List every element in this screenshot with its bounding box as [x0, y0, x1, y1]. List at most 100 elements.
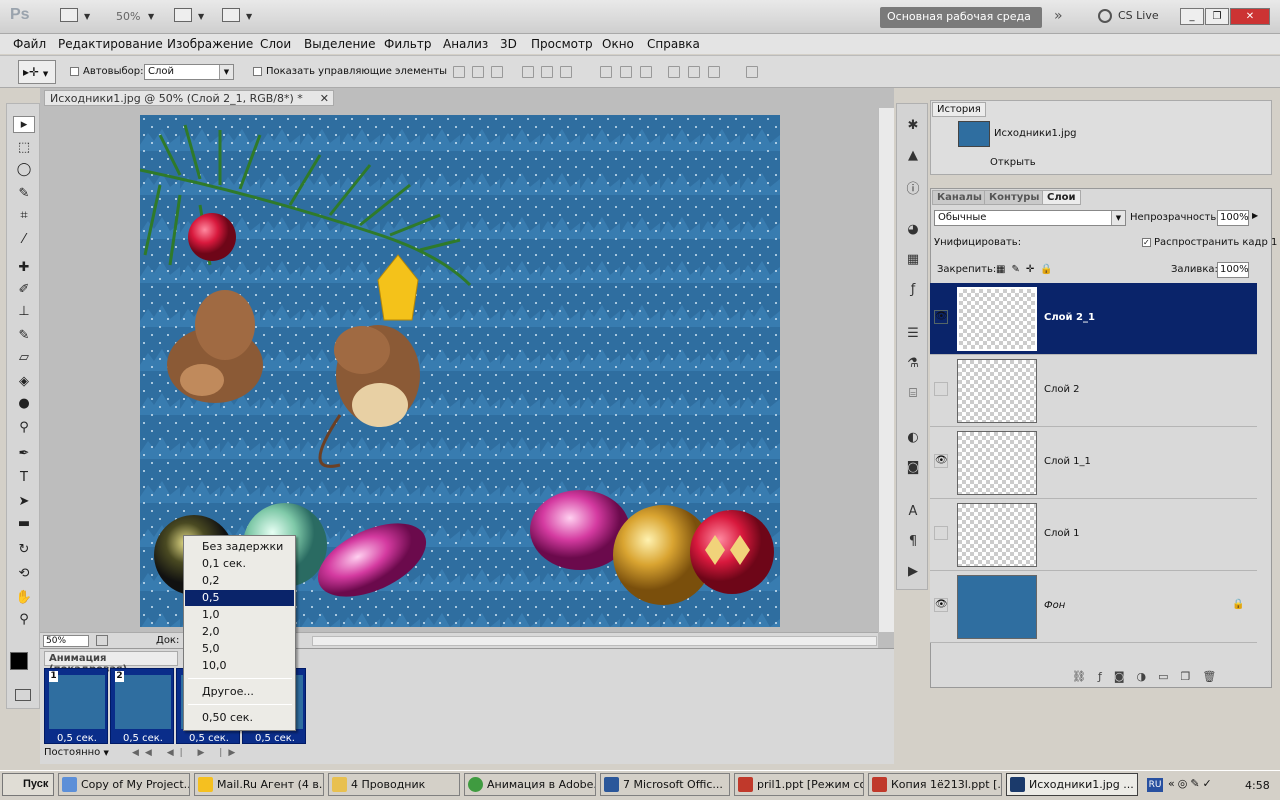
menu-window[interactable]: Окно	[602, 37, 634, 51]
workspace-button[interactable]: Основная рабочая среда	[880, 7, 1042, 28]
double-chevron-icon[interactable]: »	[1054, 8, 1063, 24]
auto-align-icon[interactable]	[746, 66, 758, 78]
3d-rotate-tool-icon[interactable]: ↻	[13, 542, 35, 557]
delay-option[interactable]: 5,0	[185, 641, 294, 657]
animation-panel-tab[interactable]: Анимация (покадровая)	[44, 651, 178, 675]
fill-field[interactable]: 100%	[1217, 262, 1249, 278]
frame-delay[interactable]: 0,5 сек.	[45, 733, 109, 744]
eraser-tool-icon[interactable]: ▱	[13, 350, 35, 365]
move-tool-icon[interactable]: ▸	[13, 116, 35, 133]
delay-option[interactable]: 1,0	[185, 607, 294, 623]
taskbar-item-active[interactable]: Исходники1.jpg ...	[1006, 773, 1138, 796]
zoom-level[interactable]: 50%	[116, 10, 140, 23]
layer-name[interactable]: Слой 1_1	[1044, 456, 1091, 467]
menu-analysis[interactable]: Анализ	[443, 37, 488, 51]
healing-brush-tool-icon[interactable]: ✚	[13, 260, 35, 275]
history-step-label[interactable]: Открыть	[990, 157, 1036, 168]
histogram-icon[interactable]: ▲	[904, 148, 922, 164]
opacity-field[interactable]: 100%	[1217, 210, 1249, 226]
taskbar-item[interactable]: Mail.Ru Агент (4 в...	[194, 773, 324, 796]
pen-tool-icon[interactable]: ✒	[13, 446, 35, 461]
path-select-tool-icon[interactable]: ➤	[13, 494, 35, 509]
zoom-tool-icon[interactable]: ⚲	[13, 612, 35, 627]
chevron-down-icon[interactable]: ▼	[84, 12, 90, 21]
layer-row[interactable]: 👁 Фон 🔒	[930, 571, 1257, 643]
color-icon[interactable]: ◕	[904, 222, 922, 238]
masks-icon[interactable]: ⚗	[904, 356, 922, 372]
foreground-color-swatch[interactable]	[10, 652, 28, 670]
auto-select-checkbox[interactable]	[70, 67, 79, 76]
frame-delay[interactable]: 0,5 сек.	[111, 733, 175, 744]
language-indicator[interactable]: RU	[1147, 778, 1163, 792]
frame-delay[interactable]: 0,5 сек.	[177, 733, 241, 744]
hand-tool-icon[interactable]: ✋	[13, 590, 35, 605]
arrange-documents-icon[interactable]	[174, 8, 192, 22]
start-button[interactable]: Пуск	[2, 773, 54, 796]
align-vcenter-icon[interactable]	[472, 66, 484, 78]
menu-layers[interactable]: Слои	[260, 37, 291, 51]
tab-layers[interactable]: Слои	[1042, 190, 1081, 205]
animation-frame[interactable]: 1 0,5 сек.	[44, 668, 108, 744]
3d-orbit-tool-icon[interactable]: ⟲	[13, 566, 35, 581]
paragraph-icon[interactable]: ¶	[904, 534, 922, 550]
layer-row[interactable]: 👁 Слой 1_1	[930, 427, 1257, 499]
marquee-tool-icon[interactable]: ⬚	[13, 140, 35, 155]
blend-mode-select[interactable]: Обычные ▼	[934, 210, 1126, 226]
lock-icons[interactable]: ▦✎✛🔒	[996, 264, 1059, 275]
vertical-scrollbar[interactable]	[878, 108, 894, 632]
brush-tool-icon[interactable]: ✐	[13, 282, 35, 297]
zoom-field[interactable]: 50%	[43, 635, 89, 647]
layer-row[interactable]: Слой 1	[930, 499, 1257, 571]
delay-current-value[interactable]: 0,50 сек.	[185, 710, 294, 726]
taskbar-item[interactable]: 7 Microsoft Offic...	[600, 773, 730, 796]
menu-select[interactable]: Выделение	[304, 37, 375, 51]
visibility-eye-icon[interactable]: 👁	[934, 310, 948, 324]
brushes-icon[interactable]: ◐	[904, 430, 922, 446]
menu-filter[interactable]: Фильтр	[384, 37, 431, 51]
propagate-checkbox[interactable]: ✓	[1142, 238, 1151, 247]
type-tool-icon[interactable]: T	[13, 470, 35, 485]
layer-actions-bar[interactable]: ⛓ƒ◙◑▭❐🗑	[1072, 670, 1228, 683]
move-tool-preset[interactable]: ▸✛ ▼	[18, 60, 56, 84]
taskbar-item[interactable]: pril1.ppt [Режим со...	[734, 773, 864, 796]
close-button[interactable]: ✕	[1230, 8, 1270, 25]
layer-name[interactable]: Фон	[1044, 600, 1065, 611]
adjustments-icon[interactable]: ☰	[904, 326, 922, 342]
delay-option[interactable]: 0,1 сек.	[185, 556, 294, 572]
menu-help[interactable]: Справка	[647, 37, 700, 51]
layer-name[interactable]: Слой 1	[1044, 528, 1080, 539]
document-tab[interactable]: Исходники1.jpg @ 50% (Слой 2_1, RGB/8*) …	[44, 90, 334, 106]
3d-panel-icon[interactable]: ⌸	[904, 386, 922, 402]
show-controls-checkbox[interactable]	[253, 67, 262, 76]
swatches-icon[interactable]: ▦	[904, 252, 922, 268]
actions-icon[interactable]: ▶	[904, 564, 922, 580]
quick-mask-icon[interactable]	[15, 689, 31, 701]
screen-mode-icon[interactable]	[222, 8, 240, 22]
history-brush-tool-icon[interactable]: ✎	[13, 328, 35, 343]
navigator-icon[interactable]: ✱	[904, 118, 922, 134]
quick-select-tool-icon[interactable]: ✎	[13, 186, 35, 201]
taskbar-item[interactable]: Копия 1ё213l.ppt [...	[868, 773, 1002, 796]
align-bottom-icon[interactable]	[491, 66, 503, 78]
shape-tool-icon[interactable]: ▬	[13, 516, 35, 531]
distribute-left-icon[interactable]	[668, 66, 680, 78]
tab-paths[interactable]: Контуры	[984, 190, 1045, 205]
align-right-icon[interactable]	[560, 66, 572, 78]
layer-row[interactable]: 👁 Слой 2_1	[930, 283, 1257, 355]
restore-button[interactable]: ❐	[1205, 8, 1229, 25]
bridge-icon[interactable]	[60, 8, 78, 22]
chevron-down-icon[interactable]: ▼	[198, 12, 204, 21]
layer-name[interactable]: Слой 2	[1044, 384, 1080, 395]
clone-stamp-tool-icon[interactable]: ⊥	[13, 304, 35, 319]
distribute-right-icon[interactable]	[708, 66, 720, 78]
crop-tool-icon[interactable]: ⌗	[13, 208, 35, 223]
frame-delay[interactable]: 0,5 сек.	[243, 733, 307, 744]
delay-option[interactable]: Без задержки	[185, 539, 294, 555]
clone-source-icon[interactable]: ◙	[904, 460, 922, 476]
visibility-eye-icon[interactable]: 👁	[934, 598, 948, 612]
minimize-button[interactable]: _	[1180, 8, 1204, 25]
layer-name[interactable]: Слой 2_1	[1044, 312, 1095, 323]
delay-option-selected[interactable]: 0,5	[185, 590, 294, 606]
character-icon[interactable]: A	[904, 504, 922, 520]
loop-options-select[interactable]: Постоянно ▼	[44, 747, 109, 758]
